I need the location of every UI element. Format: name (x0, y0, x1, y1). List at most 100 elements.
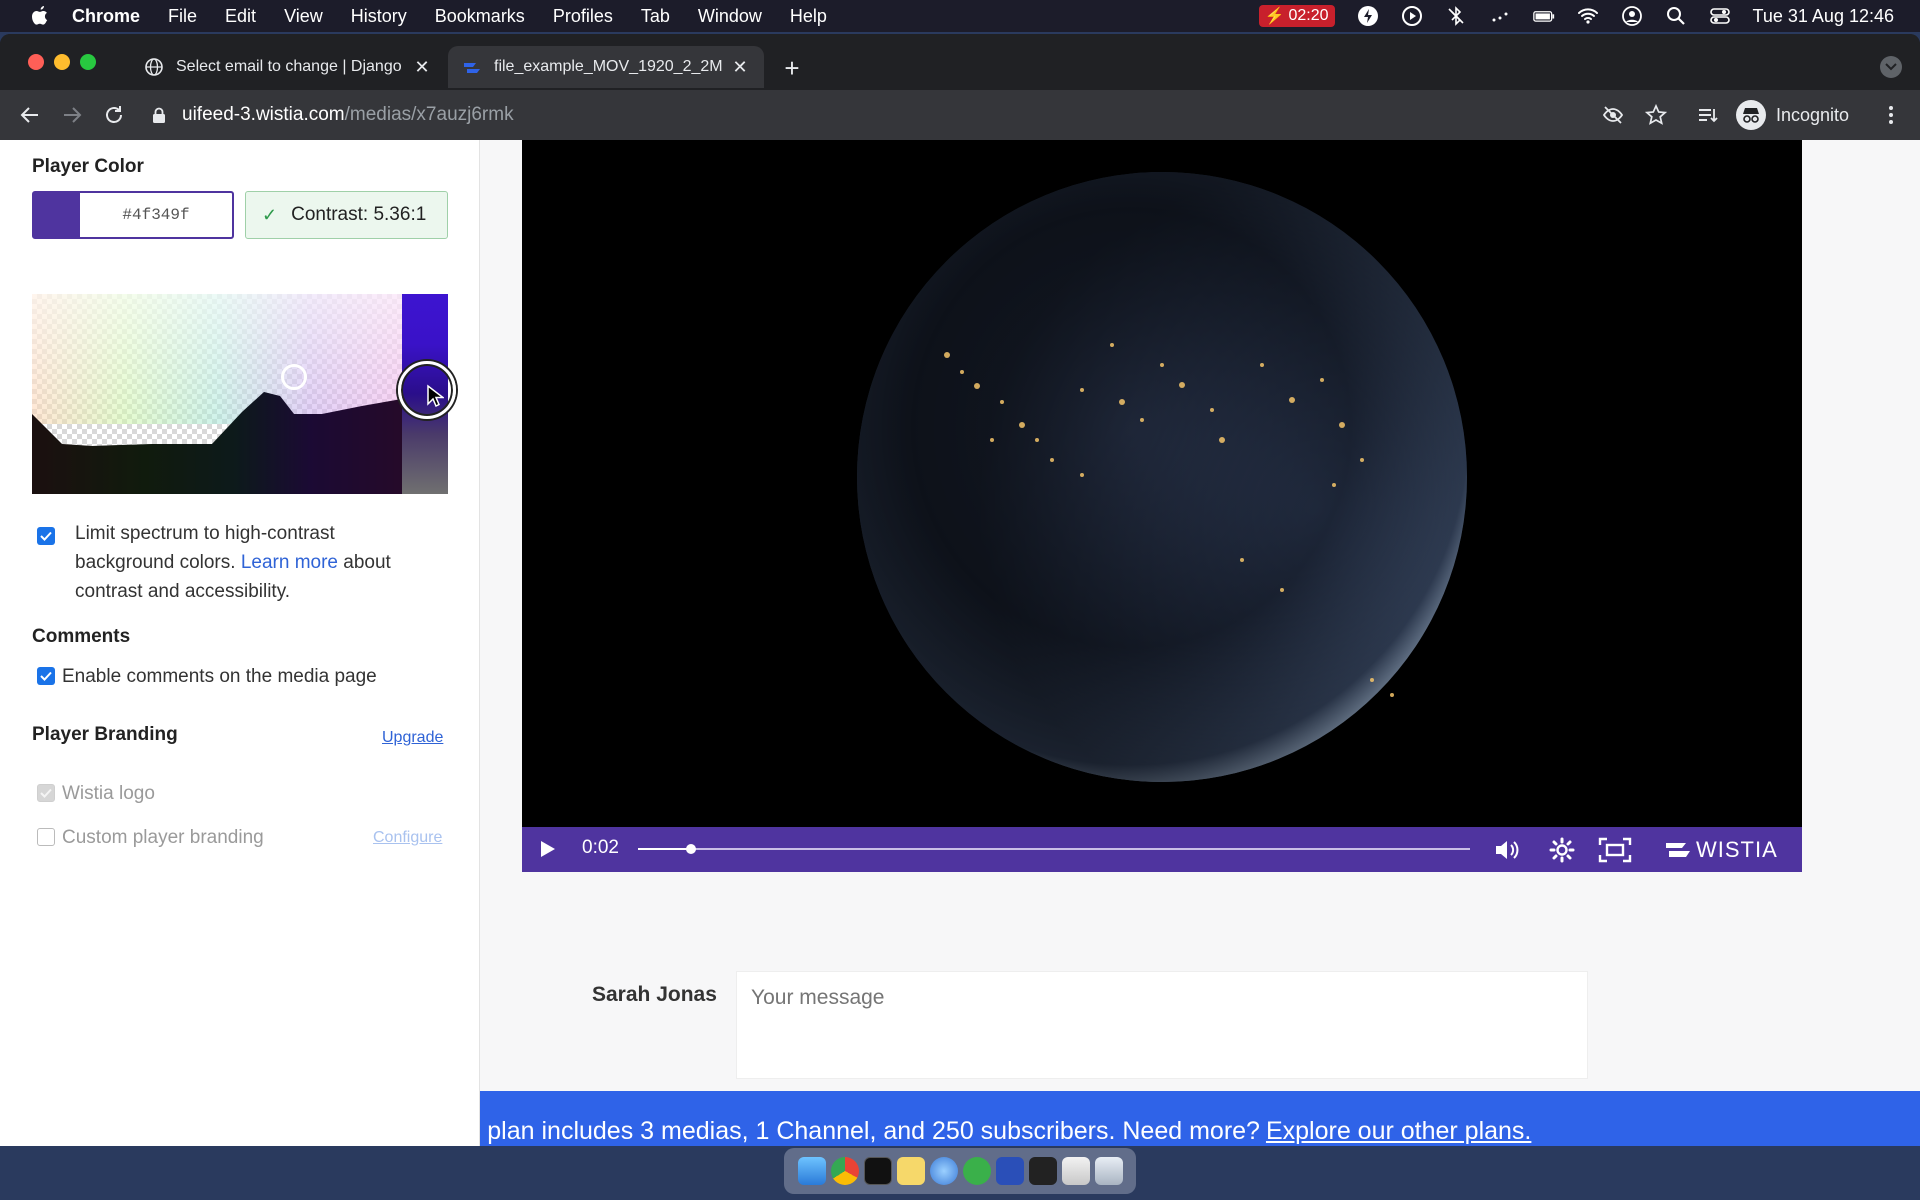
activity-icon[interactable] (1489, 5, 1511, 27)
reload-icon[interactable] (100, 101, 128, 129)
tab-strip: Select email to change | Django ✕ file_e… (0, 34, 1920, 98)
fullscreen-icon[interactable] (1598, 836, 1632, 864)
bluetooth-off-icon[interactable] (1445, 5, 1467, 27)
menu-app-name[interactable]: Chrome (72, 6, 140, 27)
tray-timer-value: 02:20 (1288, 7, 1329, 24)
incognito-profile-button[interactable]: Incognito (1736, 98, 1849, 132)
contrast-badge: ✓ Contrast: 5.36:1 (245, 191, 448, 239)
user-account-icon[interactable] (1621, 5, 1643, 27)
window-close-button[interactable] (28, 54, 44, 70)
menu-help[interactable]: Help (790, 6, 827, 27)
playback-time: 0:02 (582, 837, 619, 858)
menu-tab[interactable]: Tab (641, 6, 670, 27)
video-player[interactable] (522, 140, 1802, 872)
tab-django[interactable]: Select email to change | Django ✕ (130, 46, 446, 88)
enable-comments-label: Enable comments on the media page (62, 666, 377, 687)
wistia-brand-logo[interactable]: WISTIA (1666, 836, 1778, 864)
trash-icon[interactable] (1094, 1157, 1123, 1185)
reading-list-icon[interactable] (1692, 100, 1722, 130)
comment-author-name: Sarah Jonas (592, 983, 717, 1006)
terminal-icon[interactable] (863, 1157, 892, 1185)
notes-icon[interactable] (896, 1157, 925, 1185)
window-zoom-button[interactable] (80, 54, 96, 70)
volume-icon[interactable] (1493, 836, 1521, 864)
comments-title: Comments (32, 626, 131, 647)
url-host: uifeed-3.wistia.com (182, 104, 345, 125)
preview-icon[interactable] (929, 1157, 958, 1185)
banner-text: r plan includes 3 medias, 1 Channel, and… (480, 1116, 1260, 1145)
explore-plans-link[interactable]: Explore our other plans. (1266, 1117, 1531, 1146)
learn-more-link[interactable]: Learn more (241, 552, 338, 573)
screenshot-app-icon[interactable] (1028, 1157, 1057, 1185)
bookmark-star-icon[interactable] (1641, 100, 1671, 130)
chrome-menu-icon[interactable] (1876, 100, 1906, 130)
plan-upsell-banner: r plan includes 3 medias, 1 Channel, and… (480, 1091, 1920, 1146)
menu-bookmarks[interactable]: Bookmarks (435, 6, 525, 27)
finder-icon[interactable] (797, 1157, 826, 1185)
menubar-clock[interactable]: Tue 31 Aug 12:46 (1753, 6, 1894, 27)
seek-bar-fill (638, 848, 692, 850)
tab-close-icon[interactable]: ✕ (412, 57, 432, 77)
control-center-icon[interactable] (1709, 5, 1731, 27)
saturation-brightness-picker[interactable] (32, 294, 402, 494)
forward-arrow-icon[interactable] (58, 101, 86, 129)
window-minimize-button[interactable] (54, 54, 70, 70)
play-icon[interactable] (536, 838, 558, 860)
app-windows-icon[interactable] (1061, 1157, 1090, 1185)
upgrade-link[interactable]: Upgrade (382, 729, 443, 747)
incognito-label: Incognito (1776, 104, 1850, 125)
menu-window[interactable]: Window (698, 6, 762, 27)
battery-icon[interactable] (1532, 5, 1555, 27)
limit-spectrum-checkbox[interactable] (37, 527, 55, 545)
app-green-icon[interactable] (962, 1157, 991, 1185)
customize-sidebar: Player Color #4f349f ✓ Contrast: 5.36:1 (0, 140, 480, 1146)
back-arrow-icon[interactable] (16, 101, 44, 129)
page-content: Player Color #4f349f ✓ Contrast: 5.36:1 (0, 140, 1920, 1146)
color-swatch[interactable] (34, 193, 80, 237)
menu-profiles[interactable]: Profiles (553, 6, 613, 27)
settings-gear-icon[interactable] (1548, 836, 1576, 864)
wistia-logo-checkbox[interactable] (37, 784, 55, 802)
mouse-pointer-icon (427, 384, 444, 408)
lightning-icon[interactable] (1357, 5, 1379, 27)
custom-branding-checkbox[interactable] (37, 828, 55, 846)
tray-timer[interactable]: ⚡ 02:20 (1258, 5, 1335, 27)
custom-branding-label: Custom player branding (62, 827, 264, 848)
play-circle-icon[interactable] (1401, 5, 1423, 27)
seek-handle[interactable] (686, 844, 697, 854)
spotlight-search-icon[interactable] (1665, 5, 1687, 27)
tab-wistia-media[interactable]: file_example_MOV_1920_2_2MB ✕ (448, 46, 764, 88)
saturation-handle[interactable] (281, 364, 307, 390)
enable-comments-checkbox[interactable] (37, 667, 55, 685)
incognito-icon (1736, 100, 1766, 130)
flash-icon: ⚡ (1264, 8, 1285, 25)
new-tab-plus-icon[interactable]: + (778, 53, 806, 83)
comment-message-input[interactable] (736, 971, 1588, 1079)
earth-video-frame (857, 172, 1467, 782)
player-branding-title: Player Branding (32, 724, 178, 745)
url-path: /medias/x7auzj6rmk (344, 104, 514, 125)
tab-close-icon[interactable]: ✕ (730, 57, 750, 77)
tab-search-chevron-icon[interactable] (1880, 56, 1902, 78)
limit-spectrum-label: Limit spectrum to high-contrast backgrou… (75, 519, 415, 606)
menu-edit[interactable]: Edit (225, 6, 256, 27)
apple-menu-icon[interactable] (26, 2, 54, 30)
address-bar[interactable]: uifeed-3.wistia.com /medias/x7auzj6rmk (150, 96, 1680, 134)
wistia-mark-icon (1666, 843, 1690, 857)
configure-link[interactable]: Configure (373, 829, 442, 847)
color-hex-value[interactable]: #4f349f (80, 193, 232, 237)
menu-file[interactable]: File (168, 6, 197, 27)
menu-view[interactable]: View (284, 6, 323, 27)
menu-history[interactable]: History (351, 6, 407, 27)
browser-toolbar: uifeed-3.wistia.com /medias/x7auzj6rmk I… (0, 90, 1920, 140)
tab-title: Select email to change | Django (176, 58, 402, 75)
player-control-bar: 0:02 WISTIA (522, 827, 1802, 872)
eye-off-icon[interactable] (1598, 100, 1628, 130)
wifi-icon[interactable] (1577, 5, 1599, 27)
chrome-icon[interactable] (830, 1157, 859, 1185)
player-color-input[interactable]: #4f349f (32, 191, 234, 239)
reeder-icon[interactable] (995, 1157, 1024, 1185)
lock-icon[interactable] (150, 106, 168, 124)
wistia-favicon-icon (462, 57, 482, 77)
seek-bar[interactable] (638, 844, 1470, 854)
